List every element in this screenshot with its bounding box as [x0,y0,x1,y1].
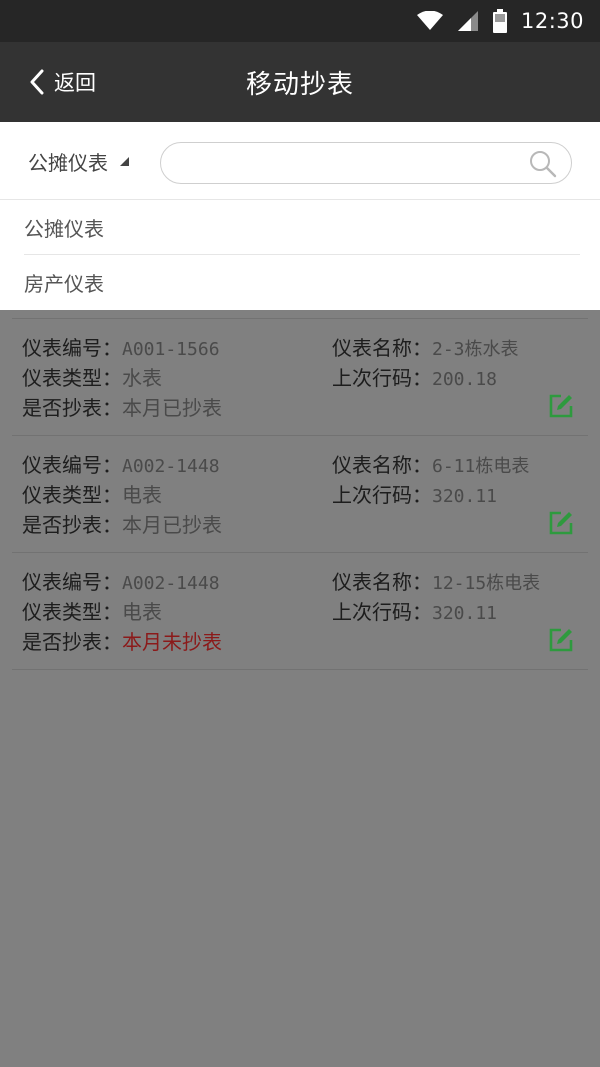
wifi-icon [416,11,443,30]
meter-name-field: 仪表名称：12-15栋电表 [332,570,541,594]
status-time: 12:30 [520,9,584,33]
meter-name-field: 仪表名称：2-3栋水表 [332,336,519,360]
meter-no-field: 仪表编号：A002-1448 [22,570,220,594]
back-label: 返回 [54,71,96,95]
dropdown-option-public[interactable]: 公摊仪表 [24,200,580,255]
edit-icon[interactable] [548,627,574,653]
meter-type-field: 仪表类型：电表 [22,600,162,624]
filter-row: 公摊仪表 [0,122,600,200]
dropdown-option-property[interactable]: 房产仪表 [24,255,580,310]
dropdown-list: 公摊仪表 房产仪表 [0,200,600,310]
filter-panel: 公摊仪表 公摊仪表 房产仪表 [0,122,600,310]
app-bar: 返回 移动抄表 [0,42,600,122]
cell-signal-icon [457,11,478,31]
meter-type-dropdown[interactable]: 公摊仪表 [28,144,130,178]
battery-icon [492,9,507,33]
search-box[interactable] [160,142,572,184]
meter-name-field: 仪表名称：6-11栋电表 [332,453,530,477]
meter-list: 仪表编号：A001-1566 仪表名称：2-3栋水表 仪表类型：水表 上次行码：… [12,318,588,670]
chevron-left-icon [30,69,44,95]
last-reading-field: 上次行码：200.18 [332,366,498,390]
search-input[interactable] [177,149,517,177]
list-item: 仪表编号：A002-1448 仪表名称：12-15栋电表 仪表类型：电表 上次行… [12,553,588,670]
edit-icon[interactable] [548,510,574,536]
search-icon[interactable] [529,150,557,178]
list-item: 仪表编号：A002-1448 仪表名称：6-11栋电表 仪表类型：电表 上次行码… [12,436,588,553]
meter-no-field: 仪表编号：A002-1448 [22,453,220,477]
last-reading-field: 上次行码：320.11 [332,483,498,507]
edit-icon[interactable] [548,393,574,419]
dropdown-triangle-icon [120,157,129,166]
last-reading-field: 上次行码：320.11 [332,600,498,624]
meter-no-field: 仪表编号：A001-1566 [22,336,220,360]
list-item: 仪表编号：A001-1566 仪表名称：2-3栋水表 仪表类型：水表 上次行码：… [12,319,588,436]
meter-type-field: 仪表类型：电表 [22,483,162,507]
status-bar: 12:30 [0,0,600,42]
read-status-field: 是否抄表：本月已抄表 [22,513,222,537]
back-button[interactable]: 返回 [30,64,96,100]
meter-type-field: 仪表类型：水表 [22,366,162,390]
read-status-field: 是否抄表：本月已抄表 [22,396,222,420]
read-status-field: 是否抄表：本月未抄表 [22,630,222,654]
meter-type-selected: 公摊仪表 [28,150,108,175]
